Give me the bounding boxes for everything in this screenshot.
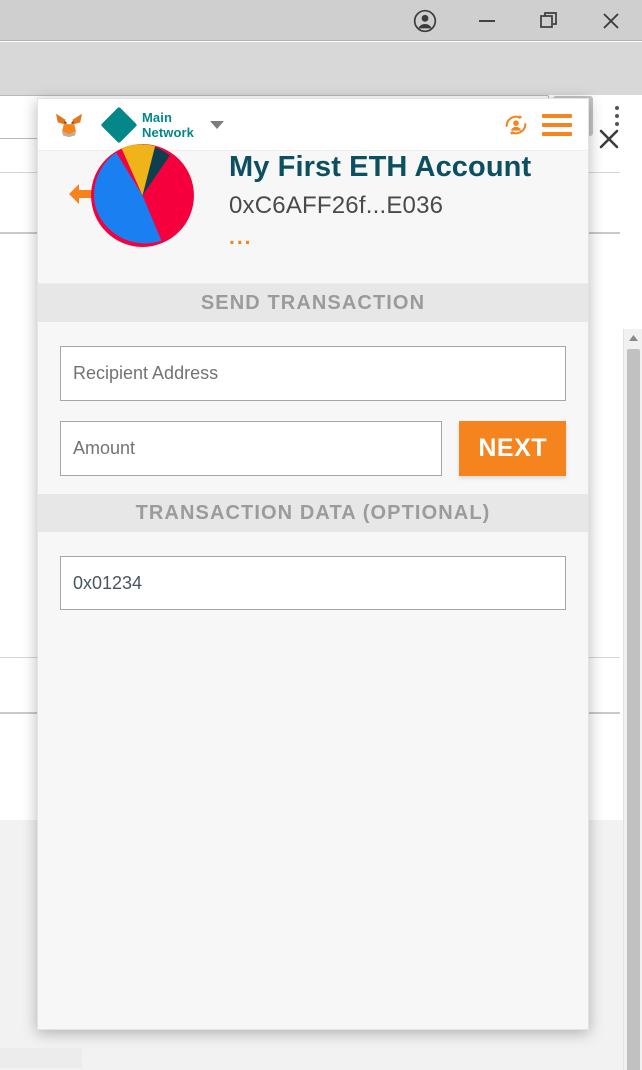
- pie-identicon: [90, 143, 195, 248]
- recipient-address-input[interactable]: Recipient Address: [60, 346, 566, 401]
- account-identity: My First ETH Account 0xC6AFF26f...E036 .…: [38, 144, 588, 284]
- next-button[interactable]: NEXT: [459, 421, 566, 476]
- hamburger-menu-icon: [542, 122, 572, 127]
- account-address[interactable]: 0xC6AFF26f...E036: [229, 190, 531, 222]
- network-diamond-icon: [100, 106, 138, 143]
- hamburger-menu-icon: [542, 131, 572, 136]
- page-scrollbar[interactable]: [623, 329, 642, 1070]
- account-name: My First ETH Account: [229, 151, 532, 183]
- screen: Main Network My First ETH Account 0xC6AF…: [0, 0, 642, 1070]
- browser-titlebar: [0, 0, 642, 41]
- restore-icon: [540, 11, 557, 28]
- account-switch-button[interactable]: [501, 110, 531, 140]
- minimize-icon: [479, 19, 495, 22]
- transaction-data-form: 0x01234: [38, 532, 588, 610]
- account-more-menu[interactable]: ...: [229, 227, 531, 248]
- metamask-fox-icon[interactable]: [54, 112, 84, 138]
- scrollbar-thumb[interactable]: [627, 349, 640, 1070]
- amount-input[interactable]: Amount: [60, 421, 443, 476]
- account-info: My First ETH Account 0xC6AFF26f...E036 .…: [229, 149, 532, 248]
- window-controls: [394, 0, 642, 41]
- transaction-data-value: 0x01234: [73, 572, 143, 593]
- network-selector[interactable]: Main Network: [100, 106, 224, 143]
- chevron-down-icon[interactable]: [210, 120, 224, 129]
- header-actions: [501, 110, 572, 140]
- profile-button[interactable]: [394, 0, 456, 41]
- hamburger-menu-icon: [542, 113, 572, 118]
- recipient-address-placeholder: Recipient Address: [73, 363, 219, 383]
- three-dot-menu-icon: [615, 122, 619, 126]
- close-icon: [603, 12, 619, 29]
- metamask-popup: Main Network My First ETH Account 0xC6AF…: [37, 98, 589, 1030]
- scroll-up-arrow-icon[interactable]: [624, 329, 642, 347]
- profile-icon: [413, 9, 437, 32]
- transaction-data-input[interactable]: 0x01234: [60, 556, 566, 610]
- browser-menu-button[interactable]: [604, 97, 630, 135]
- close-window-button[interactable]: [580, 0, 642, 41]
- three-dot-menu-icon: [615, 106, 619, 110]
- three-dot-menu-icon: [615, 114, 619, 118]
- restore-button[interactable]: [518, 0, 580, 41]
- send-form: Recipient Address Amount NEXT: [38, 322, 588, 494]
- network-name-line2: Network: [142, 124, 194, 140]
- transaction-data-header: TRANSACTION DATA (OPTIONAL): [38, 494, 588, 532]
- minimize-button[interactable]: [456, 0, 518, 41]
- menu-button[interactable]: [542, 113, 572, 136]
- network-name: Main Network: [142, 110, 194, 140]
- amount-row: Amount NEXT: [60, 421, 566, 476]
- browser-toolbar: [0, 42, 642, 139]
- page-bottom-chip: [0, 1048, 82, 1068]
- send-transaction-header: SEND TRANSACTION: [38, 284, 588, 322]
- amount-placeholder: Amount: [73, 438, 136, 458]
- account-switch-icon: [505, 114, 527, 135]
- network-name-line1: Main: [142, 109, 173, 125]
